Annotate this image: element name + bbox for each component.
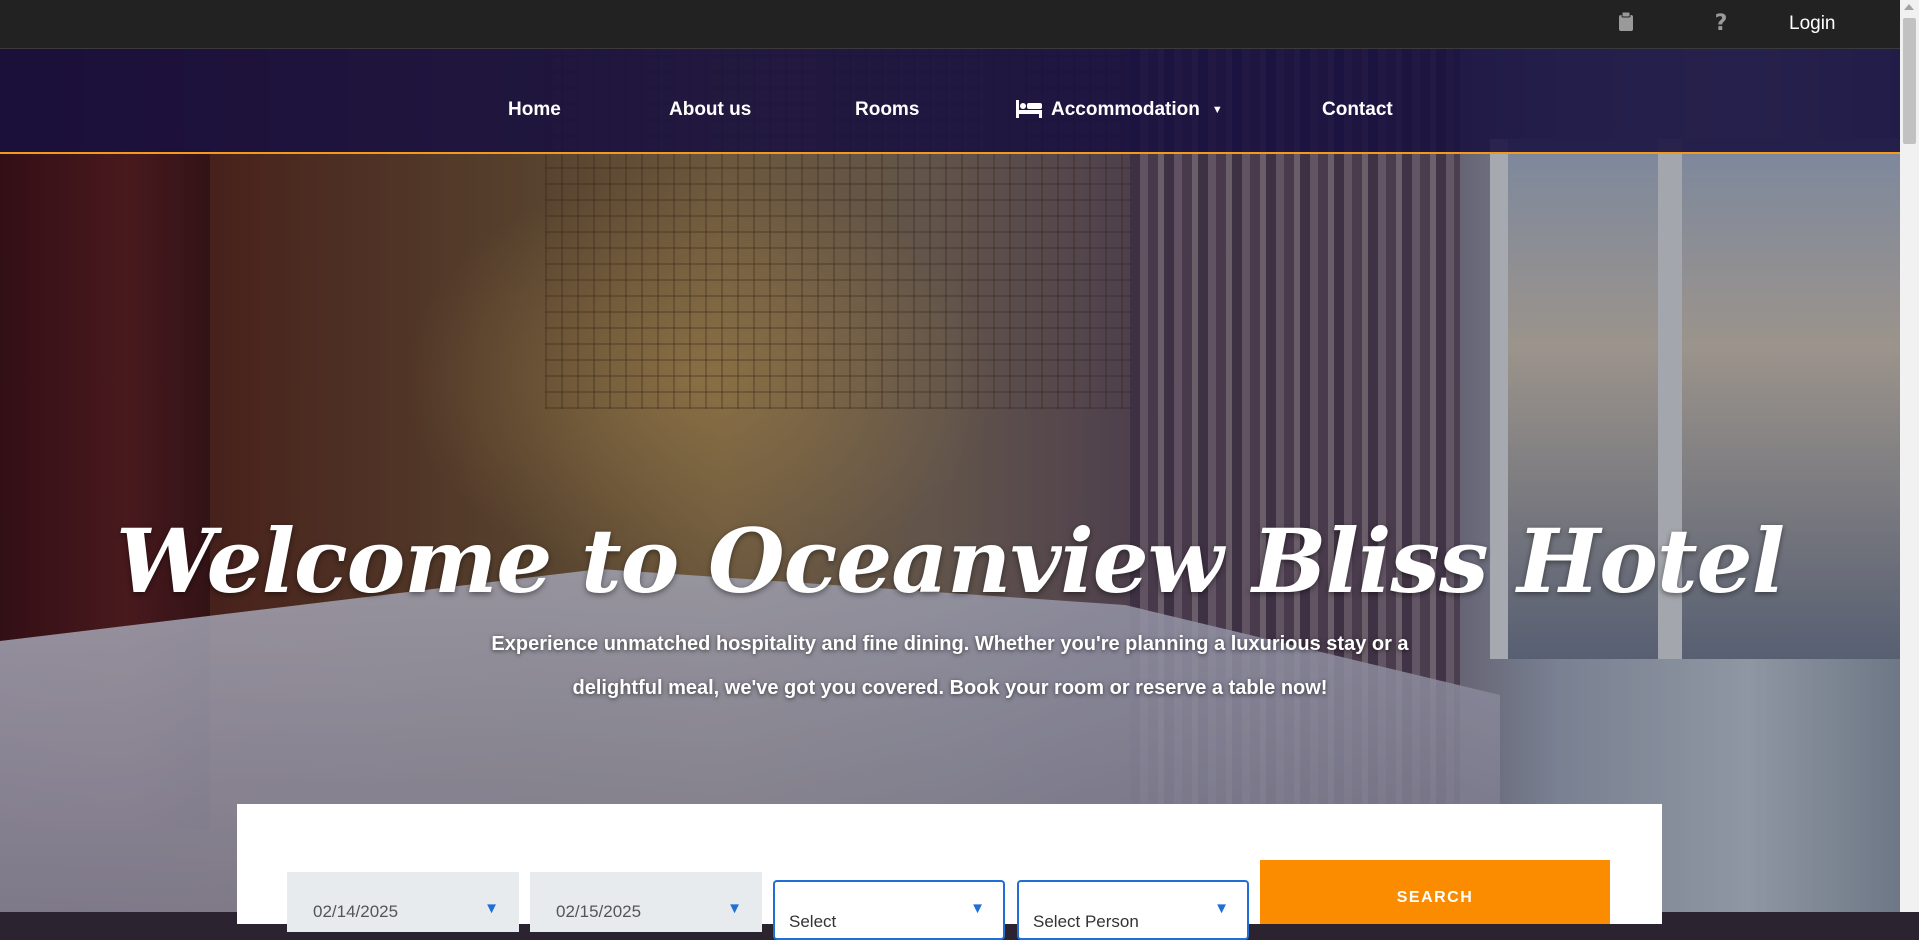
checkout-dropdown-arrow-icon: ▼ xyxy=(727,900,742,917)
nav-home[interactable]: Home xyxy=(508,99,561,121)
top-utility-bar: ? Login xyxy=(0,0,1900,49)
checkin-date-input[interactable]: 02/14/2025 ▼ xyxy=(287,872,519,932)
nav-accommodation-label: Accommodation xyxy=(1051,99,1200,120)
question-mark-icon[interactable]: ? xyxy=(1709,12,1733,36)
checkin-dropdown-arrow-icon: ▼ xyxy=(484,900,499,917)
booking-panel: 02/14/2025 ▼ 02/15/2025 ▼ Select ▼ Selec… xyxy=(237,804,1662,940)
hero-overlay xyxy=(0,49,1900,912)
person-select-arrow-icon: ▼ xyxy=(1214,900,1229,917)
room-select-arrow-icon: ▼ xyxy=(970,900,985,917)
hero-title: Welcome to Oceanview Bliss Hotel xyxy=(115,509,1785,613)
main-nav: Home About us Rooms Accommodation ▼ Conta… xyxy=(0,49,1900,154)
hero-section xyxy=(0,49,1900,912)
person-select-value: Select Person xyxy=(1033,912,1139,931)
room-select[interactable]: Select ▼ xyxy=(773,880,1005,940)
person-select[interactable]: Select Person ▼ xyxy=(1017,880,1249,940)
nav-contact[interactable]: Contact xyxy=(1322,99,1393,121)
page-scrollbar[interactable] xyxy=(1900,0,1919,912)
caret-down-icon: ▼ xyxy=(1211,104,1223,116)
login-link[interactable]: Login xyxy=(1789,13,1836,35)
clipboard-icon[interactable] xyxy=(1614,12,1638,36)
scroll-thumb[interactable] xyxy=(1903,18,1916,144)
nav-about-us[interactable]: About us xyxy=(669,99,751,121)
hero-subtitle: Experience unmatched hospitality and fin… xyxy=(491,633,1409,699)
room-select-value: Select xyxy=(789,912,837,931)
nav-accommodation[interactable]: Accommodation ▼ xyxy=(1016,99,1223,124)
scroll-up-arrow-icon[interactable] xyxy=(1904,4,1914,10)
search-button[interactable]: SEARCH xyxy=(1260,860,1610,924)
checkout-date-input[interactable]: 02/15/2025 ▼ xyxy=(530,872,762,932)
bed-icon xyxy=(1016,100,1042,124)
nav-rooms[interactable]: Rooms xyxy=(855,99,919,121)
